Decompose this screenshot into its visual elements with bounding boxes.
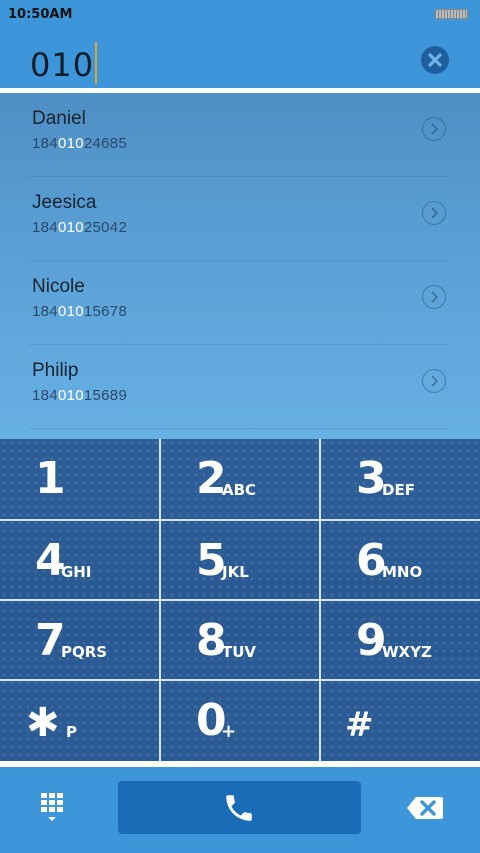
key-7[interactable]: 7 PQRS: [0, 601, 159, 681]
chevron-right-circle-icon: [431, 375, 439, 387]
match-highlight: 010: [57, 219, 84, 236]
call-button[interactable]: [118, 781, 361, 834]
match-highlight: 010: [57, 303, 84, 320]
key-letters: +: [221, 721, 237, 742]
key-letters: TUV: [222, 643, 257, 661]
key-letters: DEF: [382, 481, 415, 499]
battery-icon: [435, 9, 468, 19]
contact-detail-button[interactable]: [422, 201, 446, 225]
key-letters: PQRS: [61, 643, 108, 661]
key-1[interactable]: 1: [0, 439, 159, 519]
key-2[interactable]: 2 ABC: [161, 439, 320, 519]
key-6[interactable]: 6 MNO: [321, 521, 480, 601]
grid-divider: [0, 679, 480, 681]
list-item[interactable]: Nicole 18401015678: [30, 261, 448, 345]
key-star[interactable]: ✱ P: [0, 681, 159, 761]
text-cursor: [95, 42, 98, 84]
contact-number: 18401015678: [32, 303, 128, 320]
chevron-right-circle-icon: [431, 291, 439, 303]
contact-name: Jeesica: [32, 192, 97, 213]
list-item[interactable]: Daniel 18401024685: [30, 93, 448, 177]
contact-detail-button[interactable]: [422, 369, 446, 393]
contact-name: Philip: [32, 360, 79, 381]
chevron-right-circle-icon: [431, 207, 439, 219]
keypad-toggle-button[interactable]: [38, 791, 70, 825]
contact-detail-button[interactable]: [422, 285, 446, 309]
key-0[interactable]: 0 +: [161, 681, 320, 761]
key-3[interactable]: 3 DEF: [321, 439, 480, 519]
match-highlight: 010: [57, 387, 84, 404]
status-bar: 10:50AM: [0, 0, 480, 28]
key-letters: JKL: [222, 563, 249, 581]
list-item[interactable]: Jeesica 18401025042: [30, 177, 448, 261]
backspace-icon: [407, 797, 443, 819]
key-4[interactable]: 4 GHI: [0, 521, 159, 601]
key-letters: ABC: [222, 481, 257, 499]
match-highlight: 010: [57, 135, 84, 152]
contact-name: Daniel: [32, 108, 86, 129]
key-digit: 1: [35, 453, 66, 504]
contact-number: 18401024685: [32, 135, 128, 152]
key-9[interactable]: 9 WXYZ: [321, 601, 480, 681]
status-time: 10:50AM: [8, 7, 73, 22]
phone-icon: [226, 795, 252, 821]
contact-name: Nicole: [32, 276, 85, 297]
key-letters: P: [66, 723, 77, 741]
contact-number: 18401015689: [32, 387, 128, 404]
contact-detail-button[interactable]: [422, 117, 446, 141]
clear-circle-icon: [428, 53, 442, 67]
key-hash[interactable]: #: [321, 681, 480, 761]
chevron-right-circle-icon: [431, 123, 439, 135]
contact-number: 18401025042: [32, 219, 128, 236]
key-letters: WXYZ: [382, 643, 432, 661]
key-letters: MNO: [382, 563, 423, 581]
key-5[interactable]: 5 JKL: [161, 521, 320, 601]
number-entry[interactable]: 010: [0, 28, 480, 88]
key-letters: GHI: [61, 563, 92, 581]
key-digit: ✱: [26, 700, 60, 746]
keypad-grid-icon: [41, 793, 63, 821]
list-item[interactable]: Philip 18401015689: [30, 345, 448, 429]
contact-list: Daniel 18401024685 Jeesica 18401025042 N…: [0, 93, 480, 439]
grid-divider: [0, 599, 480, 601]
dialed-number[interactable]: 010: [30, 42, 98, 84]
key-8[interactable]: 8 TUV: [161, 601, 320, 681]
backspace-button[interactable]: [406, 795, 444, 821]
bottom-bar: [0, 767, 480, 853]
dialpad: 1 2 ABC 3 DEF 4 GHI 5 JKL 6 MNO 7 PQRS 8…: [0, 439, 480, 761]
clear-button[interactable]: [421, 46, 449, 74]
grid-divider: [0, 519, 480, 521]
key-digit: #: [345, 705, 374, 745]
